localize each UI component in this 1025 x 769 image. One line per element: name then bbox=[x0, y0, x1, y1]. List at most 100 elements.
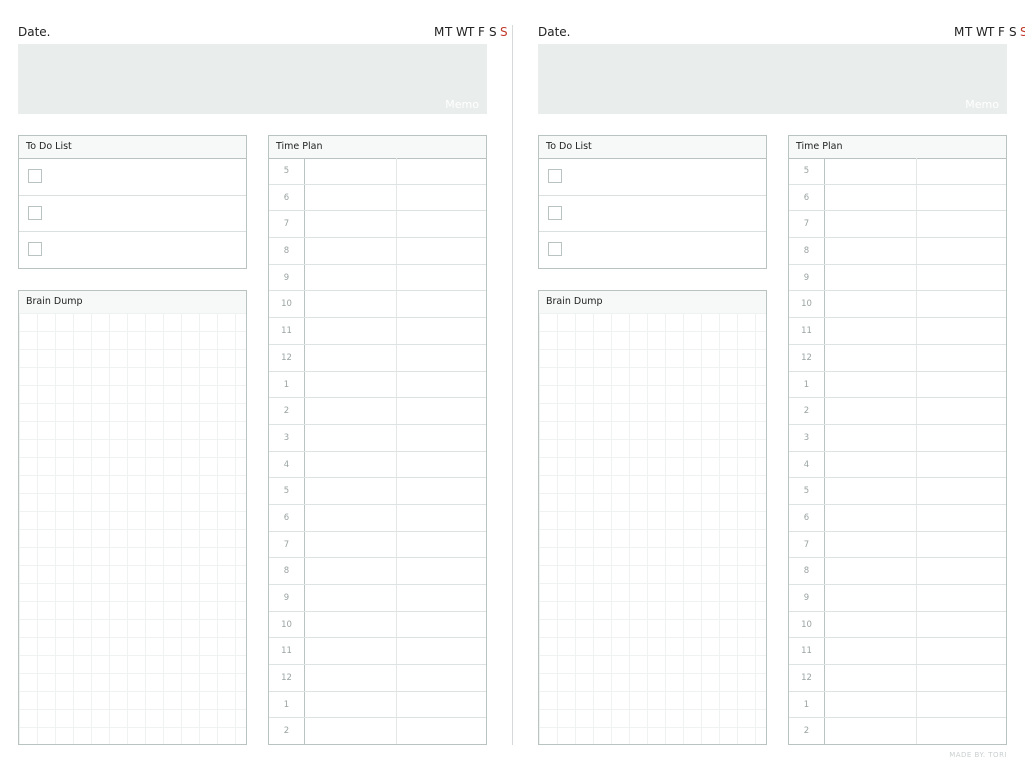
hour-row[interactable]: 7 bbox=[789, 531, 1006, 559]
hour-row[interactable]: 5 bbox=[789, 158, 1006, 185]
todo-checkbox[interactable] bbox=[548, 169, 562, 183]
hour-row[interactable]: 6 bbox=[269, 504, 486, 532]
hour-row[interactable]: 1 bbox=[789, 691, 1006, 719]
todo-list: To Do List bbox=[18, 135, 247, 269]
hour-row[interactable]: 5 bbox=[269, 158, 486, 185]
hour-row[interactable]: 12 bbox=[269, 344, 486, 372]
hour-row[interactable]: 1 bbox=[789, 371, 1006, 399]
todo-item[interactable] bbox=[539, 232, 766, 269]
hour-row[interactable]: 6 bbox=[789, 504, 1006, 532]
hour-row[interactable]: 9 bbox=[789, 585, 1006, 612]
hour-row[interactable]: 10 bbox=[789, 611, 1006, 639]
weekday-sun[interactable]: S bbox=[500, 25, 508, 39]
hour-row[interactable]: 10 bbox=[789, 291, 1006, 319]
hour-row[interactable]: 2 bbox=[789, 398, 1006, 425]
weekday-fri[interactable]: F bbox=[998, 25, 1005, 39]
hour-label: 3 bbox=[269, 424, 305, 451]
hour-row[interactable]: 12 bbox=[789, 344, 1006, 372]
weekday-tue[interactable]: T bbox=[965, 25, 972, 39]
hour-row[interactable]: 9 bbox=[789, 264, 1006, 292]
memo-area[interactable]: Memo bbox=[538, 44, 1007, 114]
todo-checkbox[interactable] bbox=[548, 242, 562, 257]
hour-label: 12 bbox=[789, 344, 825, 371]
hour-row[interactable]: 4 bbox=[269, 451, 486, 479]
hour-label: 7 bbox=[789, 211, 825, 238]
hour-label: 1 bbox=[789, 691, 825, 718]
weekday-selector: M T W T F S S bbox=[434, 25, 508, 39]
brain-dump-title: Brain Dump bbox=[19, 291, 246, 314]
hour-row[interactable]: 5 bbox=[789, 478, 1006, 505]
hour-row[interactable]: 9 bbox=[269, 585, 486, 612]
weekday-mon[interactable]: M bbox=[434, 25, 444, 39]
hour-row[interactable]: 6 bbox=[789, 184, 1006, 212]
todo-item[interactable] bbox=[19, 196, 246, 233]
hour-label: 1 bbox=[269, 691, 305, 718]
hour-label: 2 bbox=[789, 398, 825, 424]
weekday-tue[interactable]: T bbox=[445, 25, 452, 39]
hour-row[interactable]: 4 bbox=[789, 451, 1006, 479]
hour-row[interactable]: 9 bbox=[269, 264, 486, 292]
hour-label: 9 bbox=[789, 585, 825, 611]
weekday-sat[interactable]: S bbox=[489, 25, 497, 39]
hour-label: 7 bbox=[269, 531, 305, 558]
hour-row[interactable]: 10 bbox=[269, 611, 486, 639]
hour-row[interactable]: 1 bbox=[269, 691, 486, 719]
todo-checkbox[interactable] bbox=[28, 242, 42, 257]
hour-row[interactable]: 7 bbox=[789, 211, 1006, 239]
hour-row[interactable]: 11 bbox=[789, 318, 1006, 345]
brain-dump-grid[interactable] bbox=[539, 313, 766, 744]
hour-label: 8 bbox=[789, 558, 825, 584]
hour-row[interactable]: 11 bbox=[269, 638, 486, 666]
brain-dump-grid[interactable] bbox=[19, 313, 246, 744]
hour-row[interactable]: 2 bbox=[269, 398, 486, 425]
hour-label: 6 bbox=[789, 504, 825, 531]
todo-checkbox[interactable] bbox=[28, 169, 42, 183]
hour-row[interactable]: 7 bbox=[269, 531, 486, 559]
hour-row[interactable]: 8 bbox=[269, 558, 486, 585]
hour-row[interactable]: 2 bbox=[269, 718, 486, 746]
todo-title: To Do List bbox=[19, 136, 246, 159]
weekday-sun[interactable]: S bbox=[1020, 25, 1025, 39]
hour-row[interactable]: 6 bbox=[269, 184, 486, 212]
todo-checkbox[interactable] bbox=[548, 205, 562, 220]
time-plan: Time Plan 5 6 7 8 9 10 11 12 1 2 3 4 5 6 7 8 9 10 11 12 1 2 bbox=[268, 135, 487, 746]
todo-checkbox[interactable] bbox=[28, 205, 42, 220]
weekday-thu[interactable]: T bbox=[467, 25, 474, 39]
todo-list: To Do List bbox=[538, 135, 767, 269]
todo-item[interactable] bbox=[19, 159, 246, 196]
todo-item[interactable] bbox=[539, 159, 766, 196]
hour-row[interactable]: 1 bbox=[269, 371, 486, 399]
weekday-wed[interactable]: W bbox=[456, 25, 468, 39]
time-plan: Time Plan 5 6 7 8 9 10 11 12 1 2 3 4 5 6 7 8 9 10 11 12 1 2 bbox=[788, 135, 1007, 746]
hour-row[interactable]: 10 bbox=[269, 291, 486, 319]
todo-item[interactable] bbox=[19, 232, 246, 269]
weekday-thu[interactable]: T bbox=[987, 25, 994, 39]
hour-row[interactable]: 3 bbox=[789, 424, 1006, 452]
hour-label: 6 bbox=[269, 184, 305, 211]
hour-row[interactable]: 8 bbox=[269, 238, 486, 265]
memo-area[interactable]: Memo bbox=[18, 44, 487, 114]
hour-row[interactable]: 11 bbox=[269, 318, 486, 345]
planner-page-left: Date. M T W T F S S Memo To Do List Brai… bbox=[18, 0, 508, 769]
hour-row[interactable]: 8 bbox=[789, 238, 1006, 265]
hour-list: 5 6 7 8 9 10 11 12 1 2 3 4 5 6 7 8 9 10 11 12 1 2 bbox=[789, 158, 1006, 746]
date-label: Date. bbox=[538, 25, 571, 39]
weekday-fri[interactable]: F bbox=[478, 25, 485, 39]
hour-row[interactable]: 5 bbox=[269, 478, 486, 505]
weekday-sat[interactable]: S bbox=[1009, 25, 1017, 39]
hour-row[interactable]: 12 bbox=[269, 665, 486, 692]
hour-row[interactable]: 11 bbox=[789, 638, 1006, 666]
hour-label: 5 bbox=[789, 158, 825, 184]
weekday-wed[interactable]: W bbox=[976, 25, 988, 39]
hour-row[interactable]: 8 bbox=[789, 558, 1006, 585]
todo-title: To Do List bbox=[539, 136, 766, 159]
brain-dump-title: Brain Dump bbox=[539, 291, 766, 314]
hour-row[interactable]: 2 bbox=[789, 718, 1006, 746]
todo-item[interactable] bbox=[539, 196, 766, 233]
hour-row[interactable]: 12 bbox=[789, 665, 1006, 692]
hour-row[interactable]: 7 bbox=[269, 211, 486, 239]
hour-row[interactable]: 3 bbox=[269, 424, 486, 452]
hour-label: 11 bbox=[789, 638, 825, 665]
hour-label: 9 bbox=[269, 585, 305, 611]
weekday-mon[interactable]: M bbox=[954, 25, 964, 39]
